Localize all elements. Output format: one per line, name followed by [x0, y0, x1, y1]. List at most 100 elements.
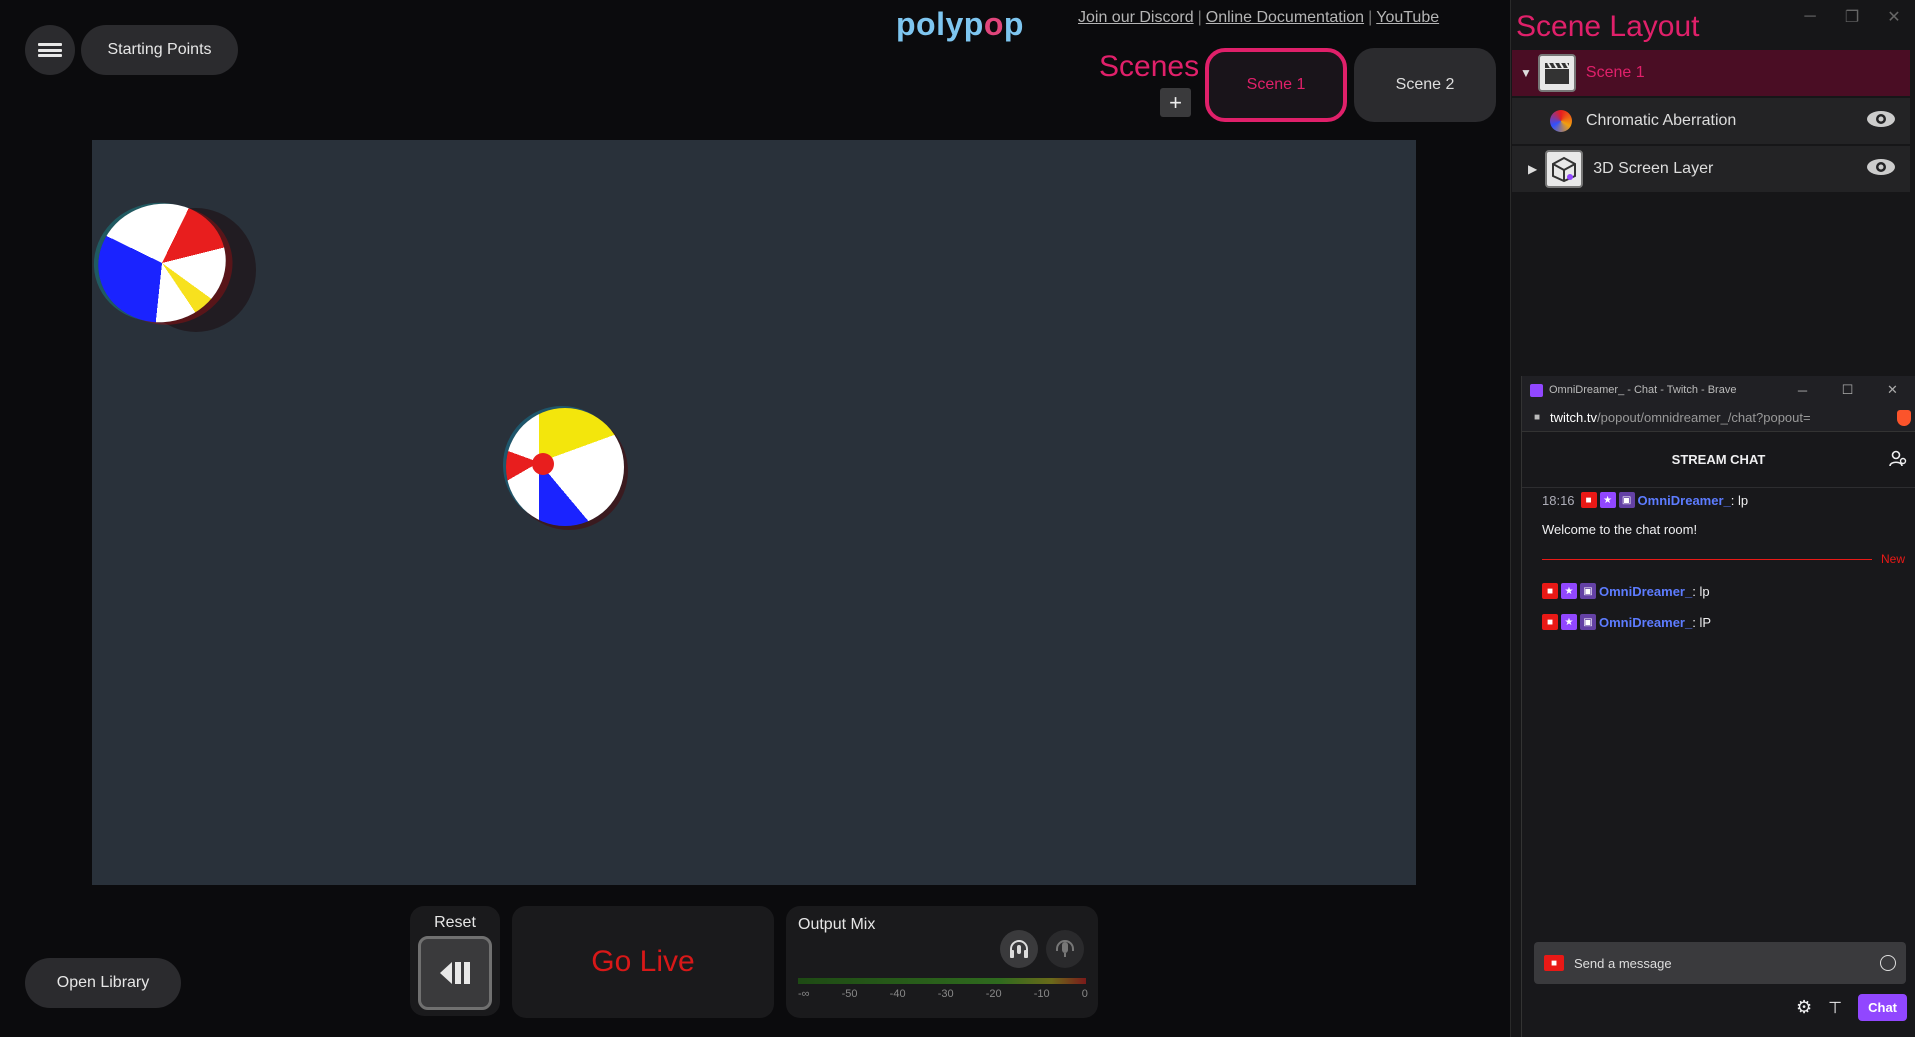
restore-icon[interactable]: ❐ [1831, 4, 1873, 30]
tick-label: 0 [1081, 988, 1088, 1000]
microphone-icon [1056, 940, 1074, 957]
chat-message: ■ ★ ▣ OmniDreamer_ : lP [1542, 614, 1711, 630]
star-badge-icon: ★ [1561, 614, 1577, 630]
broadcaster-badge-icon: ■ [1544, 955, 1564, 971]
tick-label: -40 [889, 988, 906, 1000]
beach-ball-2 [506, 408, 624, 526]
stream-chat-header: STREAM CHAT [1522, 432, 1915, 488]
add-scene-button[interactable]: + [1160, 88, 1191, 117]
tick-label: -20 [985, 988, 1002, 1000]
broadcaster-badge-icon: ■ [1542, 614, 1558, 630]
message-text: : lp [1692, 583, 1710, 599]
layer-label: Chromatic Aberration [1586, 112, 1737, 129]
tick-label: -∞ [798, 988, 810, 1000]
youtube-link[interactable]: YouTube [1376, 9, 1439, 26]
layer-row-scene-1[interactable]: ▼ Scene 1 [1512, 50, 1910, 96]
chat-bottom-bar: ⚙ ⊤ Chat [1796, 994, 1907, 1021]
layer-label: 3D Screen Layer [1593, 160, 1714, 177]
beach-ball-2-cap [532, 453, 554, 475]
url-host: twitch.tv [1550, 410, 1598, 425]
chat-input-placeholder: Send a message [1574, 955, 1672, 971]
message-text: : lP [1692, 614, 1712, 630]
prime-badge-icon: ▣ [1580, 614, 1596, 630]
meter-ticks: -∞ -50 -40 -30 -20 -10 0 [798, 988, 1088, 1000]
hamburger-icon [38, 41, 62, 60]
link-separator: | [1197, 9, 1202, 26]
visibility-eye-icon[interactable] [1866, 110, 1896, 133]
message-text: : lp [1730, 492, 1749, 508]
layer-row-chromatic-aberration[interactable]: Chromatic Aberration [1512, 98, 1910, 144]
scene-1-button[interactable]: Scene 1 [1205, 48, 1347, 122]
documentation-link[interactable]: Online Documentation [1206, 9, 1364, 26]
new-label: New [1880, 552, 1905, 566]
open-library-button[interactable]: Open Library [25, 958, 181, 1008]
discord-link[interactable]: Join our Discord [1078, 9, 1194, 26]
prime-badge-icon: ▣ [1618, 492, 1635, 508]
chat-send-button[interactable]: Chat [1858, 994, 1907, 1021]
twitch-chat-window: OmniDreamer_ - Chat - Twitch - Brave ─ ☐… [1521, 376, 1915, 1037]
emote-icon[interactable] [1880, 955, 1896, 971]
reset-button[interactable] [418, 936, 492, 1010]
layer-row-3d-screen-layer[interactable]: ▶ 3D Screen Layer [1512, 146, 1910, 192]
star-badge-icon: ★ [1561, 583, 1577, 599]
headphones-toggle[interactable] [1000, 930, 1038, 968]
clapperboard-icon [1537, 54, 1576, 92]
cube-icon [1545, 150, 1584, 188]
tick-label: -30 [937, 988, 954, 1000]
hamburger-menu-button[interactable] [25, 25, 75, 75]
scene-row-label: Scene 1 [1585, 64, 1645, 81]
broadcaster-badge-icon: ■ [1580, 492, 1597, 508]
tick-label: -50 [841, 988, 858, 1000]
go-live-button[interactable]: Go Live [512, 906, 774, 1018]
chromatic-aberration-icon [1550, 110, 1572, 132]
output-mix-title: Output Mix [798, 916, 876, 933]
chat-maximize-icon[interactable]: ☐ [1825, 376, 1870, 404]
chat-titlebar: OmniDreamer_ - Chat - Twitch - Brave ─ ☐… [1522, 376, 1915, 404]
headphones-icon [1010, 940, 1028, 958]
expand-down-icon[interactable]: ▼ [1520, 66, 1532, 80]
brave-shield-icon[interactable] [1897, 409, 1911, 426]
scene-preview-canvas[interactable] [92, 140, 1416, 885]
chat-filter-icon[interactable]: ⊤ [1828, 998, 1842, 1018]
twitch-icon [1530, 383, 1543, 397]
window-controls: ─ ❐ ✕ [1789, 4, 1915, 30]
minimize-icon[interactable]: ─ [1789, 4, 1831, 30]
url-path: /popout/omnidreamer_/chat?popout= [1597, 410, 1811, 425]
rewind-icon [440, 962, 470, 984]
community-icon[interactable] [1889, 450, 1907, 471]
settings-gear-icon[interactable]: ⚙ [1796, 997, 1812, 1018]
microphone-toggle[interactable] [1046, 930, 1084, 968]
chat-message: ■ ★ ▣ OmniDreamer_ : lp [1542, 583, 1710, 599]
scene-layout-title: Scene Layout [1516, 10, 1700, 43]
scene-2-button[interactable]: Scene 2 [1354, 48, 1496, 122]
chat-minimize-icon[interactable]: ─ [1780, 376, 1825, 404]
chat-username[interactable]: OmniDreamer_ [1599, 584, 1692, 599]
expand-right-icon[interactable]: ▶ [1528, 162, 1537, 176]
stream-chat-title: STREAM CHAT [1671, 452, 1766, 467]
chat-username[interactable]: OmniDreamer_ [1638, 493, 1731, 508]
new-messages-divider [1542, 559, 1872, 560]
output-mix-panel: Output Mix -∞ -50 -40 -30 -20 -10 0 [786, 906, 1098, 1018]
chat-username[interactable]: OmniDreamer_ [1599, 615, 1692, 630]
tick-label: -10 [1033, 988, 1050, 1000]
top-links: Join our Discord | Online Documentation | Yo… [1078, 9, 1439, 27]
system-message: Welcome to the chat room! [1542, 522, 1697, 537]
chat-close-icon[interactable]: ✕ [1870, 376, 1915, 404]
close-icon[interactable]: ✕ [1873, 4, 1915, 30]
prime-badge-icon: ▣ [1580, 583, 1596, 599]
scenes-title: Scenes [1099, 50, 1200, 83]
star-badge-icon: ★ [1599, 492, 1616, 508]
chat-window-title: OmniDreamer_ - Chat - Twitch - Brave [1549, 384, 1737, 396]
reset-panel: Reset [410, 906, 500, 1016]
visibility-eye-icon[interactable] [1866, 158, 1896, 181]
lock-icon: ■ [1534, 412, 1541, 423]
system-message-text: Welcome to the chat room! [1542, 522, 1698, 537]
link-separator: | [1368, 9, 1373, 26]
chat-message: 18:16 ■ ★ ▣ OmniDreamer_ : lp [1542, 492, 1748, 508]
polypop-logo: polypop [896, 6, 1024, 42]
message-time: 18:16 [1542, 492, 1575, 508]
reset-label: Reset [434, 914, 476, 931]
chat-message-input[interactable]: ■ Send a message [1534, 942, 1906, 984]
starting-points-button[interactable]: Starting Points [81, 25, 238, 75]
address-bar[interactable]: ■ twitch.tv/popout/omnidreamer_/chat?pop… [1522, 404, 1915, 432]
